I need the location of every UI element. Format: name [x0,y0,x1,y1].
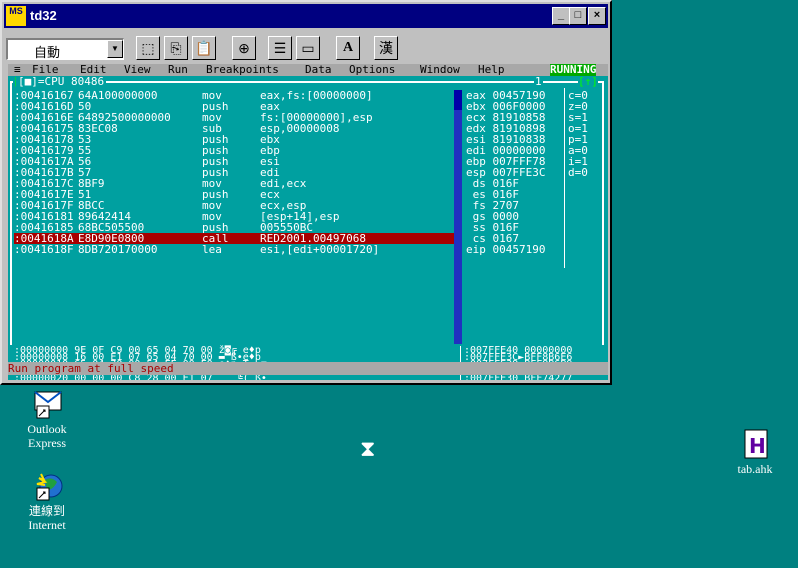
internet-globe-icon [31,470,63,502]
select-icon[interactable]: ⬚ [136,36,160,60]
menu-help[interactable]: Help [478,64,505,76]
disasm-op: esi,[edi+00001720] [260,243,380,256]
cpu-title: [■]=CPU 80486 [16,75,107,88]
han-icon[interactable]: 漢 [374,36,398,60]
properties-icon[interactable]: ☰ [268,36,292,60]
disasm-mn: lea [202,243,222,256]
vertical-scrollbar[interactable] [454,90,462,344]
font-size-value: 自動 [34,45,61,60]
menu-options[interactable]: Options [349,64,395,76]
zoom-box[interactable]: [↑] [578,76,598,88]
close-button[interactable]: × [588,7,606,25]
scroll-thumb[interactable] [454,90,462,110]
minimize-button[interactable]: _ [552,7,570,25]
chevron-down-icon[interactable]: ▼ [107,40,123,58]
frame-right [602,81,604,345]
menu-data[interactable]: Data [305,64,332,76]
desktop-label: Internet [28,518,66,532]
desktop-label: tab.ahk [737,462,773,476]
title-bar[interactable]: MS td32 _ □ × [4,4,608,28]
disasm-bytes: 8DB720170000 [78,243,158,256]
hourglass-cursor-icon: ⧗ [360,436,376,461]
window-title: td32 [30,8,57,23]
register-row[interactable]: eip 00457190 [466,244,545,255]
app-icon[interactable]: MS [6,6,26,26]
maximize-button[interactable]: □ [569,7,587,25]
ahk-file-icon: H [739,428,771,460]
frame-left [10,81,12,345]
desktop-icon-outlook-express[interactable]: Outlook Express [12,388,82,450]
td-console[interactable]: ≡ File Edit View Run Breakpoints Data Op… [8,64,608,380]
desktop-icon-connect-internet[interactable]: 連線到 Internet [12,470,82,532]
disasm-row[interactable]: :0041618F 8DB720170000 lea esi,[edi+0000172… [14,244,454,255]
menu-view[interactable]: View [124,64,151,76]
copy-icon[interactable]: ⎘ [164,36,188,60]
desktop-icon-tab-ahk[interactable]: H tab.ahk [720,428,790,476]
font-A-icon[interactable]: A [336,36,360,60]
flag-row[interactable]: d=0 [568,167,588,178]
disasm-addr: :0041618F [14,243,74,256]
cpu-pane[interactable]: [■] [■]=CPU 80486 1 [↑] :0041616764A1000… [8,75,608,359]
pane-number: 1 [534,75,543,88]
font-size-combo[interactable]: 自動 ▼ [6,38,124,60]
desktop-label: Outlook [27,422,67,436]
background-icon[interactable]: ▭ [296,36,320,60]
svg-text:H: H [749,434,766,458]
menu-run[interactable]: Run [168,64,188,76]
desktop-label: 連線到 [28,504,65,518]
flags-divider [564,88,565,268]
fullscreen-icon[interactable]: ⊕ [232,36,256,60]
menu-breakpoints[interactable]: Breakpoints [206,64,279,76]
paste-icon[interactable]: 📋 [192,36,216,60]
outlook-express-icon [31,388,63,420]
desktop-label: Express [28,436,66,450]
toolbar: 自動 ▼ ⬚ ⎘ 📋 ⊕ ☰ ▭ A 漢 [4,32,608,64]
status-line: Run program at full speed [8,362,608,375]
menu-window[interactable]: Window [420,64,460,76]
